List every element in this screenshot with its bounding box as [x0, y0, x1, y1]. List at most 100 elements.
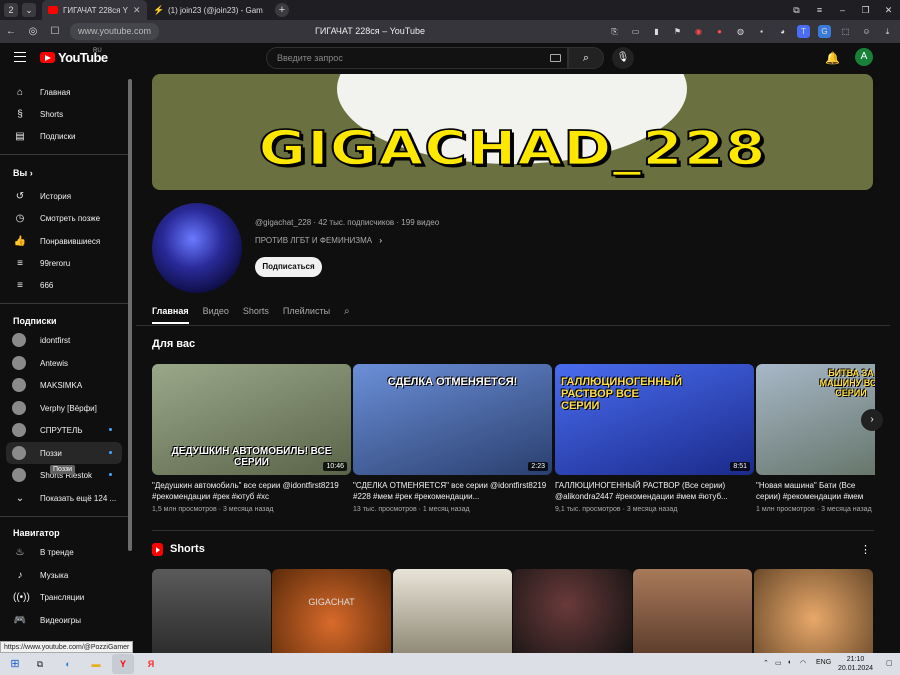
- youtube-logo-icon[interactable]: [40, 52, 55, 63]
- tab-playlists[interactable]: Плейлисты: [283, 306, 330, 324]
- restore-icon[interactable]: ❐: [854, 5, 877, 16]
- tab-shorts[interactable]: Shorts: [243, 306, 269, 324]
- sidebar-scrollbar[interactable]: [128, 79, 132, 551]
- video-card[interactable]: СДЕЛКА ОТМЕНЯЕТСЯ! 2:23 "СДЕЛКА ОТМЕНЯЕТ…: [353, 364, 552, 513]
- sidebar-item-shorts[interactable]: § Shorts: [6, 103, 122, 125]
- short-thumbnail[interactable]: [513, 569, 632, 659]
- hamburger-menu-icon[interactable]: [14, 52, 26, 62]
- tab-videos[interactable]: Видео: [203, 306, 229, 324]
- translate-icon[interactable]: T: [797, 25, 810, 38]
- record-icon[interactable]: ◉: [692, 25, 705, 38]
- bookmark-icon[interactable]: ☐: [44, 26, 66, 37]
- sidebar-channel-maksimka[interactable]: MAKSIMKA: [6, 374, 122, 396]
- task-view-icon[interactable]: ⧉: [33, 657, 47, 671]
- short-thumbnail[interactable]: GIGACHAT: [272, 569, 391, 659]
- short-thumbnail[interactable]: [393, 569, 512, 659]
- browser-tab[interactable]: ⚡ (1) join23 (@join23) - Gam: [147, 0, 269, 20]
- short-thumbnail[interactable]: [754, 569, 873, 659]
- yandex-browser-icon[interactable]: Y: [112, 654, 134, 674]
- sidebar-channel-sprutel[interactable]: СПРУТЕЛЬ: [6, 419, 122, 441]
- video-thumbnail[interactable]: ГАЛЛЮЦИНОГЕННЫЙ РАСТВОР ВСЕ СЕРИИ 8:51: [555, 364, 754, 475]
- you-heading[interactable]: Вы ›: [13, 168, 33, 178]
- notifications-bell-icon[interactable]: 🔔: [825, 51, 840, 65]
- video-card[interactable]: ГАЛЛЮЦИНОГЕННЫЙ РАСТВОР ВСЕ СЕРИИ 8:51 Г…: [555, 364, 754, 513]
- browser-tab-active[interactable]: ГИГАЧАТ 228ся Y ✕: [42, 0, 147, 20]
- security-icon[interactable]: ◎: [22, 26, 44, 37]
- wifi-icon[interactable]: ◠: [800, 659, 806, 667]
- video-thumbnail[interactable]: БИТВА ЗА МАШИНУ ВСЕ СЕРИИ: [756, 364, 875, 475]
- more-options-icon[interactable]: ⋮: [860, 543, 871, 556]
- sidebar-item-liked[interactable]: 👍 Понравившиеся: [6, 230, 122, 252]
- tab-home[interactable]: Главная: [152, 306, 189, 324]
- pin-icon[interactable]: ▮: [650, 25, 663, 38]
- system-clock[interactable]: 21:10 20.01.2024: [838, 655, 873, 673]
- network-icon[interactable]: ▭: [775, 659, 782, 667]
- start-icon[interactable]: ⊞: [8, 657, 22, 671]
- sidebar-item-subscriptions[interactable]: ▤ Подписки: [6, 125, 122, 147]
- sidebar-item-gaming[interactable]: 🎮 Видеоигры: [6, 609, 122, 631]
- video-thumbnail[interactable]: СДЕЛКА ОТМЕНЯЕТСЯ! 2:23: [353, 364, 552, 475]
- sidebar-item-trending[interactable]: ♨ В тренде: [6, 541, 122, 563]
- back-icon[interactable]: ←: [0, 26, 22, 37]
- sidebar-channel-verphy[interactable]: Verphy [Вёрфи]: [6, 397, 122, 419]
- rss-icon[interactable]: ◍: [734, 25, 747, 38]
- new-tab-button[interactable]: +: [275, 3, 289, 17]
- sidebar-item-watch-later[interactable]: ◷ Смотреть позже: [6, 207, 122, 229]
- vpn-icon[interactable]: ●: [713, 25, 726, 38]
- minimize-icon[interactable]: –: [831, 5, 854, 15]
- sidebar-channel-pozzi[interactable]: Поззи: [6, 442, 122, 464]
- show-more-button[interactable]: ⌄ Показать ещё 124 ...: [6, 487, 122, 509]
- bookmark-flag-icon[interactable]: ⚑: [671, 25, 684, 38]
- sidebar-item-playlist-99reroru[interactable]: ≡ 99reroru: [6, 252, 122, 274]
- channel-description[interactable]: ПРОТИВ ЛГБТ И ФЕМИНИЗМА ›: [255, 236, 382, 245]
- voice-search-button[interactable]: 🎙: [612, 47, 634, 69]
- notifications-icon[interactable]: ▢: [886, 659, 893, 667]
- yandex-icon[interactable]: Я: [144, 657, 158, 671]
- sidebar-item-music[interactable]: ♪ Музыка: [6, 564, 122, 586]
- speaker-icon[interactable]: ◖: [787, 659, 791, 666]
- sidebar-item-playlist-666[interactable]: ≡ 666: [6, 274, 122, 296]
- search-input[interactable]: Введите запрос: [266, 47, 568, 69]
- video-thumbnail[interactable]: ДЕДУШКИН АВТОМОБИЛЬ! ВСЕ СЕРИИ 10:46: [152, 364, 351, 475]
- video-title[interactable]: "СДЕЛКА ОТМЕНЯЕТСЯ" все серии @idontfirs…: [353, 480, 552, 502]
- language-indicator[interactable]: ENG: [816, 659, 831, 666]
- keyboard-icon[interactable]: [550, 54, 561, 62]
- puzzle-icon[interactable]: ⬚: [839, 25, 852, 38]
- chat-icon[interactable]: ▭: [629, 25, 642, 38]
- extension-icon[interactable]: ▪: [755, 25, 768, 38]
- clock-icon: ◷: [15, 212, 25, 224]
- carousel-next-button[interactable]: ›: [861, 409, 883, 431]
- bookmarks-icon[interactable]: ⧉: [785, 5, 808, 16]
- lang-icon[interactable]: G: [818, 25, 831, 38]
- close-window-icon[interactable]: ✕: [877, 5, 900, 16]
- short-thumbnail[interactable]: [633, 569, 752, 659]
- video-card[interactable]: БИТВА ЗА МАШИНУ ВСЕ СЕРИИ "Новая машина"…: [756, 364, 875, 513]
- account-avatar[interactable]: A: [855, 48, 873, 66]
- discord-icon[interactable]: ◕: [776, 25, 789, 38]
- sidebar-item-home[interactable]: ⌂ Главная: [6, 81, 122, 103]
- subscribe-button[interactable]: Подписаться: [255, 257, 322, 277]
- video-title[interactable]: "Новая машина" Бати (Все серии) #рекомен…: [756, 480, 875, 502]
- menu-icon[interactable]: ≡: [808, 5, 831, 15]
- edge-icon[interactable]: ◐: [61, 657, 75, 671]
- tab-counter[interactable]: 2: [4, 3, 18, 17]
- home-icon: ⌂: [16, 86, 24, 98]
- profile-icon[interactable]: ☺: [860, 25, 873, 38]
- copy-icon[interactable]: ⎘: [608, 25, 621, 38]
- url-field[interactable]: www.youtube.com: [70, 23, 160, 40]
- explorer-icon[interactable]: ▬: [89, 657, 103, 671]
- tray-chevron-icon[interactable]: ⌃: [763, 659, 769, 667]
- sidebar-channel-idontfirst[interactable]: idontfirst: [6, 329, 122, 351]
- sidebar-item-history[interactable]: ↺ История: [6, 185, 122, 207]
- video-title[interactable]: "Дедушкин автомобиль" все серии @idontfi…: [152, 480, 351, 502]
- tab-list-chevron-icon[interactable]: ⌄: [22, 3, 36, 17]
- search-button[interactable]: ⌕: [568, 47, 604, 69]
- sidebar-channel-antewis[interactable]: Antewis: [6, 352, 122, 374]
- download-icon[interactable]: ⤓: [881, 25, 894, 38]
- video-title[interactable]: ГАЛЛЮЦИНОГЕННЫЙ РАСТВОР (Все серии) @ali…: [555, 480, 754, 502]
- video-card[interactable]: ДЕДУШКИН АВТОМОБИЛЬ! ВСЕ СЕРИИ 10:46 "Де…: [152, 364, 351, 513]
- sidebar-item-live[interactable]: ((•)) Трансляции: [6, 586, 122, 608]
- channel-search-icon[interactable]: ⌕: [344, 306, 350, 324]
- close-tab-icon[interactable]: ✕: [133, 5, 141, 16]
- short-thumbnail[interactable]: [152, 569, 271, 659]
